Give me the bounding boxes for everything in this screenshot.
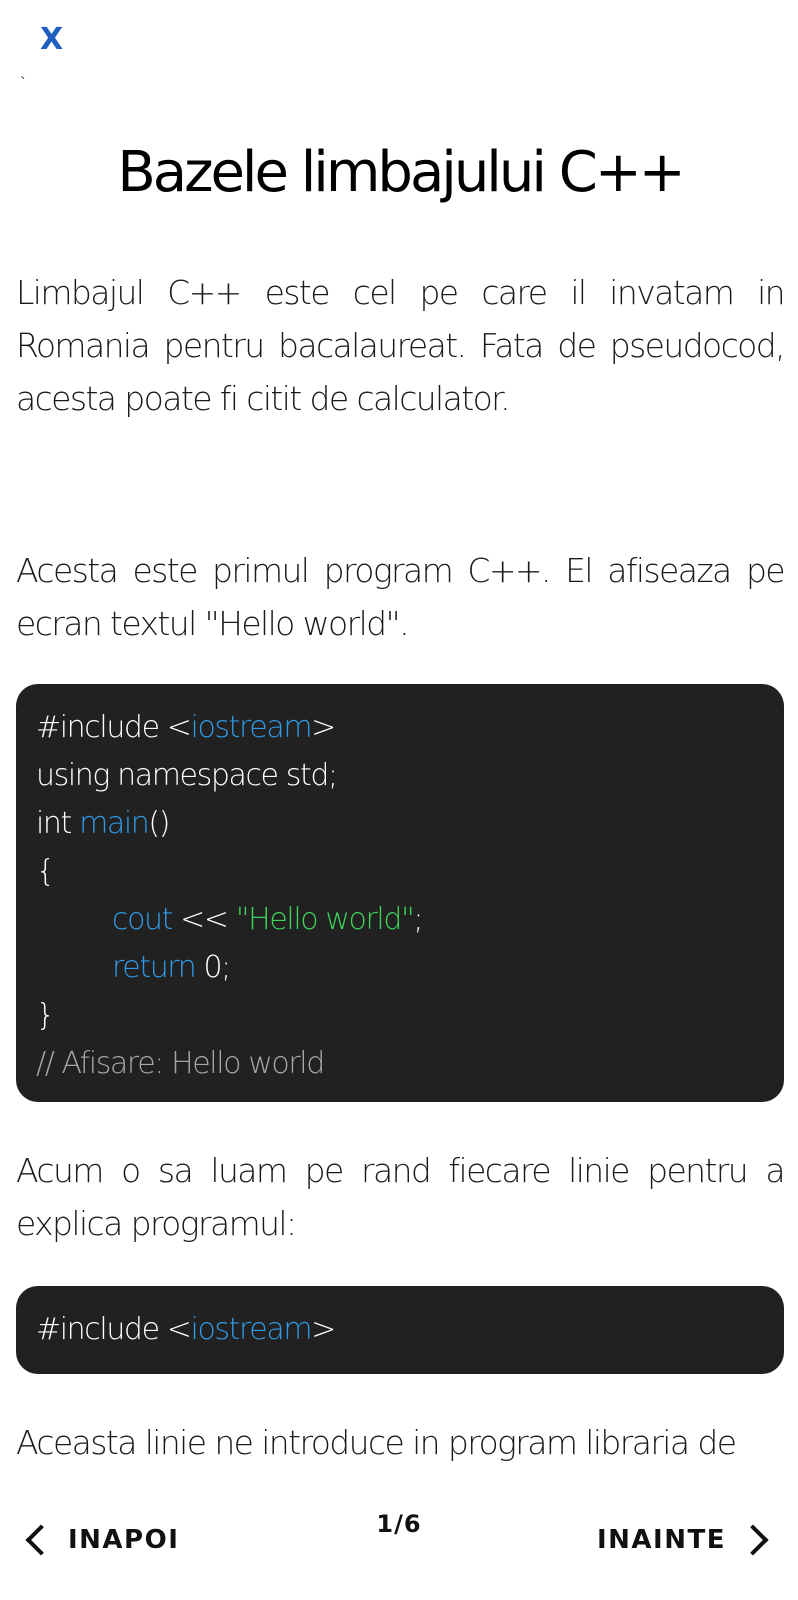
intro-paragraph: Limbajul C++ este cel pe care il invatam…	[16, 273, 784, 418]
code-library: iostream	[190, 710, 313, 745]
code-line-close-brace: }	[36, 998, 55, 1033]
code-line-cout: cout << "Hello world";	[36, 896, 764, 944]
code-library: iostream	[190, 1312, 313, 1347]
code-text: ()	[148, 806, 170, 841]
code-line-return: return 0;	[36, 944, 764, 992]
lesson-content[interactable]: Bazele limbajului C++ Limbajul C++ este …	[16, 0, 784, 1488]
code-text: ;	[413, 902, 423, 937]
code-text: #include <	[36, 710, 192, 745]
code-line-comment: // Afisare: Hello world	[36, 1046, 325, 1081]
bottom-navigation-bar: INAPOI 1/6 INAINTE	[0, 1488, 798, 1600]
include-explanation-paragraph: Aceasta linie ne introduce in program li…	[16, 1423, 737, 1462]
code-keyword: return	[112, 950, 197, 985]
code-string: "Hello world"	[235, 902, 415, 937]
next-label: INAINTE	[597, 1525, 726, 1555]
code-keyword: cout	[112, 902, 173, 937]
code-line-open-brace: {	[36, 854, 55, 889]
lesson-title: Bazele limbajului C++	[117, 140, 685, 205]
code-block-hello-world: #include <iostream> using namespace std;…	[16, 684, 784, 1102]
stray-mark: `	[20, 76, 27, 92]
code-line-include: #include <iostream>	[36, 704, 764, 752]
code-text: #include <	[36, 1312, 192, 1347]
code-text: int	[36, 806, 80, 841]
code-line-include: #include <iostream>	[36, 1306, 764, 1354]
chevron-right-icon	[737, 1524, 769, 1556]
code-text: <<	[172, 902, 236, 937]
close-button[interactable]: X	[40, 20, 76, 60]
code-block-include: #include <iostream>	[16, 1286, 784, 1374]
code-line-namespace: using namespace std;	[36, 758, 338, 793]
code-text: >	[311, 710, 336, 745]
code-text: >	[311, 1312, 336, 1347]
explain-paragraph: Acum o sa luam pe rand fiecare linie pen…	[16, 1151, 784, 1243]
code-line-main: int main()	[36, 800, 764, 848]
next-button[interactable]: INAINTE	[597, 1514, 778, 1566]
first-program-paragraph: Acesta este primul program C++. El afise…	[16, 551, 784, 643]
code-text: 0;	[195, 950, 231, 985]
lesson-screen: Bazele limbajului C++ Limbajul C++ este …	[0, 0, 798, 1600]
code-function: main	[79, 806, 150, 841]
